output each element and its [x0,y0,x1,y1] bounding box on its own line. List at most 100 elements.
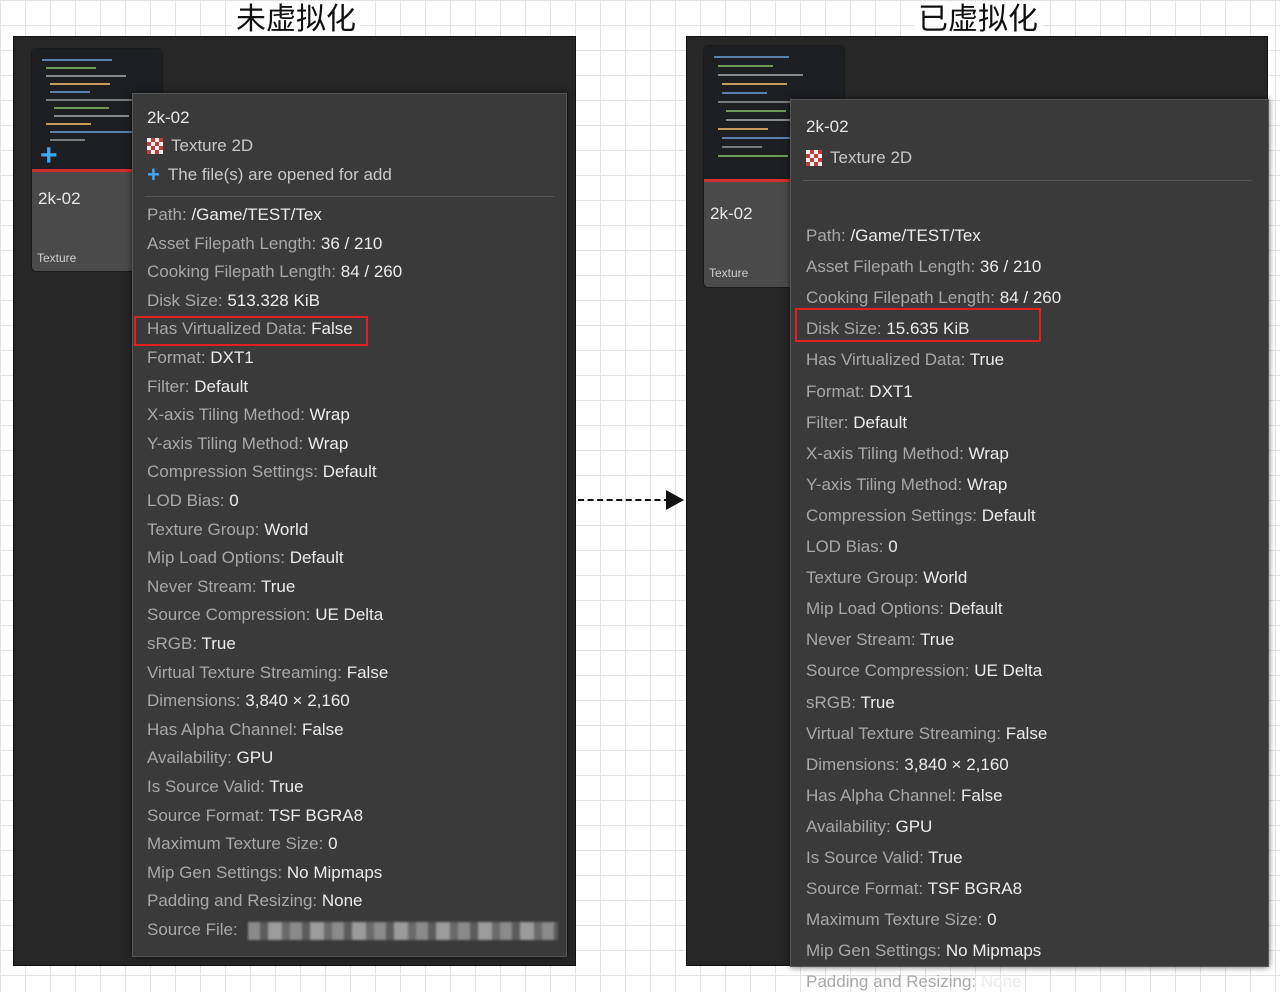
property-row: Mip Load Options: Default [147,548,344,568]
right-tooltip-type: Texture 2D [806,148,912,168]
property-key: Filter: [806,412,849,432]
property-key: Mip Gen Settings: [806,941,942,961]
property-value: True [201,634,236,653]
property-value: None [321,891,363,911]
property-row: Mip Gen Settings: No Mipmaps [806,941,1041,961]
right-tooltip-separator [803,180,1252,181]
property-row: Disk Size: 513.328 KiB [147,291,320,311]
checkerboard-texture-icon [147,138,163,154]
property-value: 36 / 210 [320,233,383,253]
property-value: TSF BGRA8 [927,879,1023,899]
property-value: DXT1 [210,348,254,367]
property-value: No Mipmaps [945,941,1042,961]
property-row: Has Alpha Channel: False [806,786,1003,806]
property-row: Asset Filepath Length: 36 / 210 [806,257,1041,277]
property-value: False [302,719,344,739]
property-key: Texture Group: [147,519,260,539]
property-key: Has Alpha Channel: [806,785,957,805]
add-status-plus-icon: + [40,139,58,172]
property-value: Default [981,505,1036,525]
property-value: 513.328 KiB [227,290,320,310]
property-key: Asset Filepath Length: [806,257,976,277]
property-row: Cooking Filepath Length: 84 / 260 [147,262,402,282]
property-value: False [346,662,389,682]
right-content-browser-panel: 2k-02 Texture 2k-02 Texture 2D Path: /Ga… [686,36,1269,991]
property-key: Format: [806,381,865,401]
property-row: Cooking Filepath Length: 84 / 260 [806,288,1061,308]
property-row: Availability: GPU [806,817,932,837]
left-asset-name: 2k-02 [38,189,81,208]
property-row: Padding and Resizing: None [147,891,363,911]
property-value: World [264,519,309,539]
property-row: X-axis Tiling Method: Wrap [806,444,1009,464]
property-row: Mip Load Options: Default [806,599,1003,619]
property-row: Path: /Game/TEST/Tex [147,205,322,225]
property-row: Asset Filepath Length: 36 / 210 [147,234,382,254]
property-key: Path: [147,205,187,224]
property-value: Default [194,376,249,396]
property-value: /Game/TEST/Tex [850,226,981,245]
property-key: Availability: [806,816,891,836]
property-value: 0 [229,491,239,510]
property-row: Source Compression: UE Delta [147,605,383,625]
property-value: Default [948,599,1003,619]
property-key: Virtual Texture Streaming: [806,723,1001,743]
property-key: Source Compression: [806,661,970,681]
property-row: X-axis Tiling Method: Wrap [147,405,350,425]
property-value: Default [853,412,908,432]
property-value: 0 [888,537,898,556]
property-value: World [923,568,968,588]
property-row: Compression Settings: Default [147,462,377,482]
property-key: Disk Size: [147,290,223,310]
left-tooltip-title: 2k-02 [147,108,190,127]
property-value: True [920,630,955,650]
right-tooltip-title: 2k-02 [806,117,849,136]
property-key: Dimensions: [147,691,241,711]
property-value: Wrap [966,474,1008,494]
property-key: Has Virtualized Data: [806,350,966,370]
property-key: X-axis Tiling Method: [806,443,964,463]
property-row: Has Virtualized Data: True [806,350,1004,370]
property-key: Mip Load Options: [147,548,285,568]
property-row: Path: /Game/TEST/Tex [806,226,981,246]
property-row: Format: DXT1 [147,348,254,368]
property-value: 84 / 260 [999,288,1062,308]
property-key: LOD Bias: [806,537,884,556]
property-key: Y-axis Tiling Method: [806,474,963,494]
property-key: Maximum Texture Size: [147,834,324,854]
property-value: 3,840 × 2,160 [904,754,1009,774]
property-row: Filter: Default [147,377,248,397]
dashed-arrow-line [578,499,670,501]
property-row: Maximum Texture Size: 0 [147,834,338,854]
left-tooltip-separator [145,196,554,197]
property-value: Wrap [968,443,1009,463]
property-row: Source Format: TSF BGRA8 [806,879,1022,899]
redacted-source-file [248,921,559,940]
property-key: Compression Settings: [147,462,319,482]
property-value: True [269,777,304,796]
property-value: None [980,972,1022,992]
property-row: Availability: GPU [147,748,273,768]
right-asset-tooltip: 2k-02 Texture 2D Path: /Game/TEST/Tex Ass… [790,99,1269,991]
property-key: Mip Gen Settings: [147,862,283,882]
property-row: Texture Group: World [806,568,967,588]
property-value: 84 / 260 [340,262,403,282]
property-value: /Game/TEST/Tex [191,205,322,224]
property-key: X-axis Tiling Method: [147,405,305,425]
property-row: Mip Gen Settings: No Mipmaps [147,863,382,883]
left-tooltip-status: + The file(s) are opened for add [147,162,392,187]
right-asset-type-label: Texture [709,266,749,280]
property-value: TSF BGRA8 [268,805,364,825]
property-key: Padding and Resizing: [147,891,318,911]
property-value: True [969,350,1005,370]
right-asset-name: 2k-02 [710,204,753,223]
plus-icon: + [147,162,160,187]
property-key: Never Stream: [806,630,916,650]
property-value: GPU [236,748,274,768]
property-row: Dimensions: 3,840 × 2,160 [147,691,350,711]
property-value: GPU [895,816,933,836]
left-content-browser-panel: + 2k-02 Texture 2k-02 Texture 2D + The f… [13,36,576,966]
property-row: Filter: Default [806,413,907,433]
property-value: 0 [328,834,338,854]
property-row: Is Source Valid: True [147,777,304,797]
